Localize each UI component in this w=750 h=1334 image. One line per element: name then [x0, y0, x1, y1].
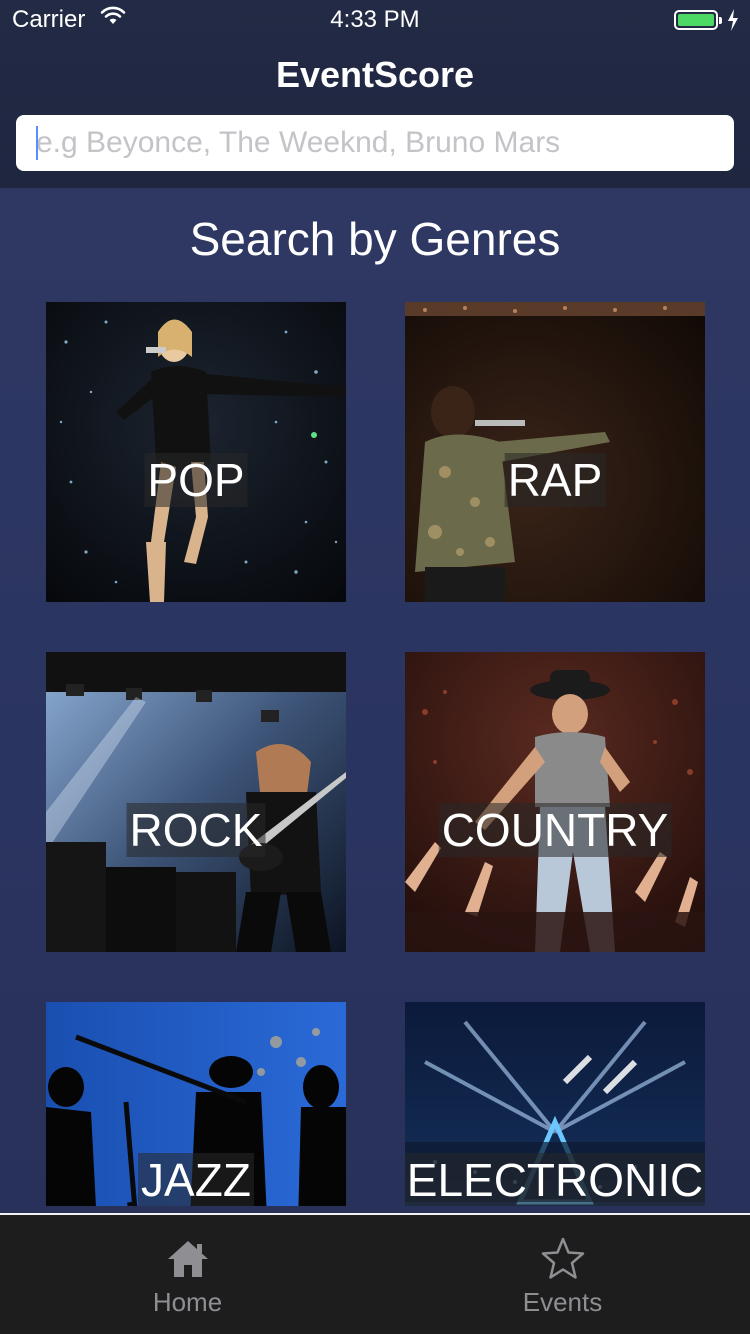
tab-events[interactable]: Events [375, 1215, 750, 1334]
battery-nub [719, 17, 722, 24]
battery-level [678, 14, 714, 26]
tab-bar: Home Events [0, 1213, 750, 1334]
charging-bolt-icon [728, 9, 738, 31]
genre-tile-jazz[interactable]: JAZZ [46, 1002, 346, 1206]
text-cursor [36, 126, 38, 160]
battery-icon [674, 10, 722, 30]
status-bar: Carrier 4:33 PM [0, 0, 750, 40]
genre-tile-pop[interactable]: POP [46, 302, 346, 602]
genre-tile-country[interactable]: COUNTRY [405, 652, 705, 952]
genre-label: RAP [504, 453, 606, 507]
genre-label: ROCK [126, 803, 266, 857]
home-icon [167, 1241, 208, 1277]
tab-label: Home [152, 1287, 223, 1317]
genre-grid-section: Search by Genres POP RAP ROCK COUNTRY JA… [0, 188, 750, 1214]
tab-label: Events [522, 1287, 603, 1317]
genre-tile-rap[interactable]: RAP [405, 302, 705, 602]
tab-home[interactable]: Home [0, 1215, 375, 1334]
top-bar: Carrier 4:33 PM EventScore [0, 0, 750, 188]
genre-tile-rock[interactable]: ROCK [46, 652, 346, 952]
app-title: EventScore [275, 54, 475, 95]
genre-label: POP [144, 453, 248, 507]
genre-label: ELECTRONIC [405, 1153, 705, 1206]
rock-concert-image [46, 652, 346, 952]
clock-label: 4:33 PM [330, 6, 420, 33]
country-concert-image [405, 652, 705, 952]
star-icon [541, 1237, 584, 1279]
genre-label: COUNTRY [438, 803, 672, 857]
rap-concert-image [405, 302, 705, 602]
section-title: Search by Genres [189, 213, 561, 265]
pop-concert-image [46, 302, 346, 602]
genre-label: JAZZ [138, 1153, 254, 1206]
search-input[interactable] [16, 115, 734, 171]
genre-tile-electronic[interactable]: ELECTRONIC [405, 1002, 705, 1206]
